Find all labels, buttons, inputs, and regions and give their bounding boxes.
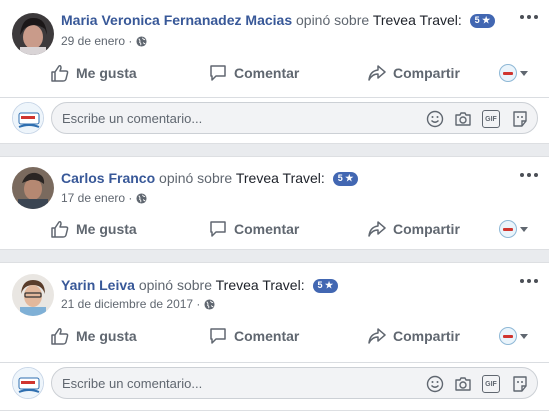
more-options-icon[interactable] [519,169,539,181]
like-label: Me gusta [76,221,137,237]
action-bar: Me gusta Comentar Compartir [0,57,549,89]
page-avatar-icon [499,220,517,238]
post-date[interactable]: 17 de enero · [61,191,132,205]
post-header: Yarin Leiva opinó sobre Trevea Travel: 5… [61,277,339,293]
comment-icon [210,65,226,81]
page-avatar[interactable] [12,367,44,399]
avatar[interactable] [12,274,54,316]
like-button[interactable]: Me gusta [50,213,137,245]
rating-badge: 5 ★ [312,279,339,293]
gif-icon[interactable]: GIF [482,110,500,128]
post-header: Carlos Franco opinó sobre Trevea Travel:… [61,170,359,186]
review-post: Carlos Franco opinó sobre Trevea Travel:… [0,156,549,250]
gif-icon[interactable]: GIF [482,375,500,393]
camera-icon[interactable] [453,109,473,129]
emoji-icon[interactable] [425,109,445,129]
review-post: Yarin Leiva opinó sobre Trevea Travel: 5… [0,262,549,411]
comment-composer: GIF [0,97,549,137]
author-name[interactable]: Carlos Franco [61,170,155,186]
share-button[interactable]: Compartir [367,57,460,89]
post-meta: 29 de enero · [61,34,147,48]
like-label: Me gusta [76,65,137,81]
post-meta: 21 de diciembre de 2017 · [61,297,215,311]
share-icon [368,65,386,81]
action-bar: Me gusta Comentar Compartir [0,213,549,245]
thumbs-up-icon [51,65,69,82]
comment-input[interactable] [62,374,412,392]
more-options-icon[interactable] [519,275,539,287]
post-date[interactable]: 21 de diciembre de 2017 · [61,297,200,311]
share-label: Compartir [393,221,460,237]
page-avatar-icon [499,64,517,82]
avatar[interactable] [12,167,54,209]
sticker-icon[interactable] [510,374,530,394]
share-icon [368,221,386,237]
action-bar: Me gusta Comentar Compartir [0,320,549,352]
rating-badge: 5 ★ [332,172,359,186]
globe-icon [204,298,215,310]
rating-badge: 5 ★ [469,14,496,28]
comment-label: Comentar [234,328,300,344]
chevron-down-icon [520,333,528,339]
post-as-selector[interactable] [499,320,528,352]
action-verb: opinó sobre [138,277,212,293]
emoji-icon[interactable] [425,374,445,394]
chevron-down-icon [520,226,528,232]
share-icon [368,328,386,344]
post-date[interactable]: 29 de enero · [61,34,132,48]
comment-composer: GIF [0,362,549,402]
comment-icon [210,328,226,344]
more-options-icon[interactable] [519,11,539,23]
comment-icon [210,221,226,237]
thumbs-up-icon [51,221,69,238]
comment-input-box[interactable]: GIF [51,367,538,399]
share-button[interactable]: Compartir [367,320,460,352]
comment-label: Comentar [234,221,300,237]
share-button[interactable]: Compartir [367,213,460,245]
post-header: Maria Veronica Fernanadez Macias opinó s… [61,12,496,28]
share-label: Compartir [393,65,460,81]
comment-button[interactable]: Comentar [208,213,299,245]
page-name[interactable]: Trevea Travel: [373,12,462,28]
comment-input[interactable] [62,109,412,127]
chevron-down-icon [520,70,528,76]
comment-button[interactable]: Comentar [208,320,299,352]
like-button[interactable]: Me gusta [50,57,137,89]
review-post: Maria Veronica Fernanadez Macias opinó s… [0,0,549,144]
author-name[interactable]: Yarin Leiva [61,277,135,293]
page-name[interactable]: Trevea Travel: [236,170,325,186]
page-avatar-icon [499,327,517,345]
camera-icon[interactable] [453,374,473,394]
action-verb: opinó sobre [296,12,370,28]
like-button[interactable]: Me gusta [50,320,137,352]
comment-input-box[interactable]: GIF [51,102,538,134]
post-as-selector[interactable] [499,213,528,245]
avatar[interactable] [12,13,54,55]
page-avatar[interactable] [12,102,44,134]
action-verb: opinó sobre [159,170,233,186]
comment-label: Comentar [234,65,300,81]
page-name[interactable]: Trevea Travel: [216,277,305,293]
author-name[interactable]: Maria Veronica Fernanadez Macias [61,12,292,28]
like-label: Me gusta [76,328,137,344]
sticker-icon[interactable] [510,109,530,129]
post-meta: 17 de enero · [61,191,147,205]
post-as-selector[interactable] [499,57,528,89]
comment-button[interactable]: Comentar [208,57,299,89]
thumbs-up-icon [51,328,69,345]
globe-icon [136,35,147,47]
share-label: Compartir [393,328,460,344]
globe-icon [136,192,147,204]
